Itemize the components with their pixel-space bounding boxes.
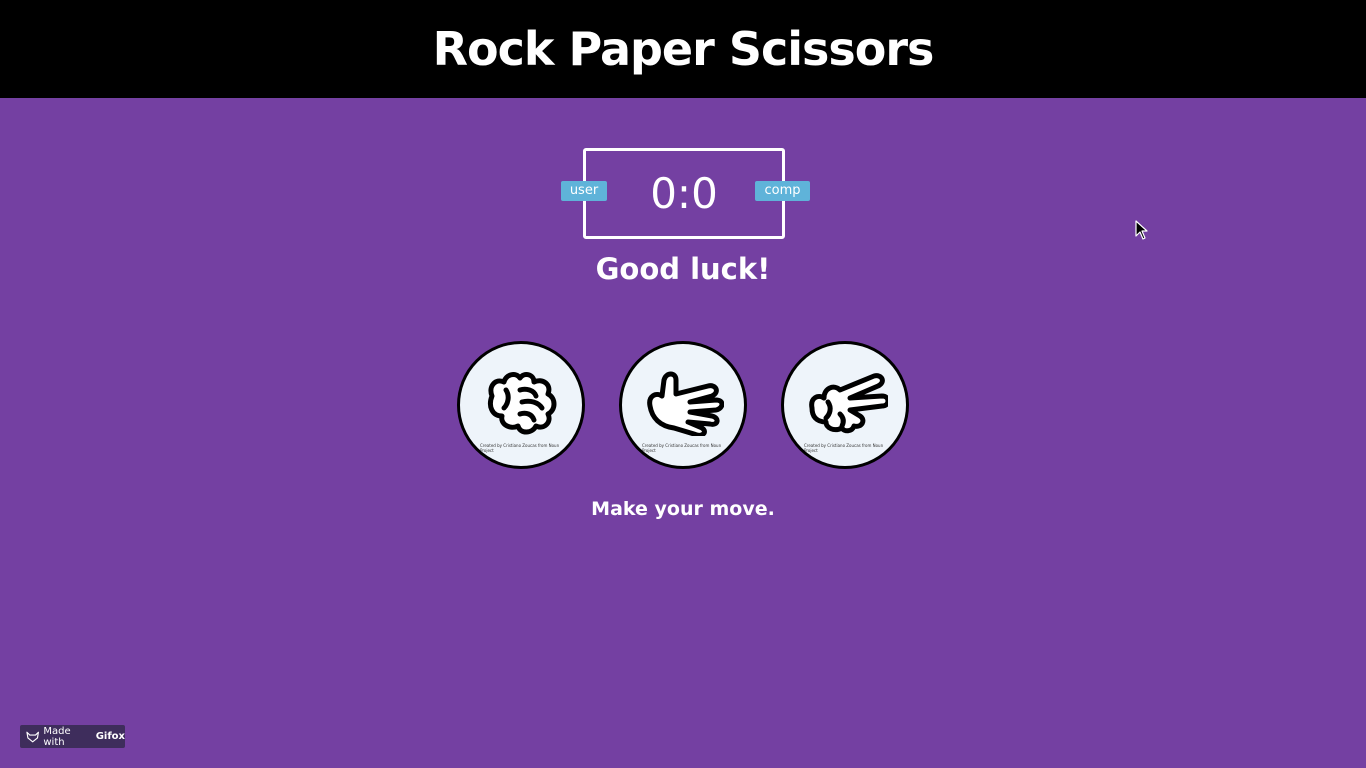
fox-icon (26, 731, 39, 742)
gifox-watermark: Made with Gifox (20, 725, 125, 748)
rock-credit: Created by Cristiano Zoucas from Noun Pr… (480, 443, 560, 453)
paper-hand-icon (647, 371, 724, 436)
paper-choice-button[interactable]: Created by Cristiano Zoucas from Noun Pr… (619, 341, 747, 469)
scissors-credit: Created by Cristiano Zoucas from Noun Pr… (804, 443, 884, 453)
comp-score-badge: comp (755, 181, 810, 201)
scissors-hand-icon (809, 373, 888, 434)
page-header: Rock Paper Scissors (0, 0, 1366, 98)
result-message: Good luck! (595, 252, 771, 286)
scissors-choice-button[interactable]: Created by Cristiano Zoucas from Noun Pr… (781, 341, 909, 469)
paper-credit: Created by Cristiano Zoucas from Noun Pr… (642, 443, 722, 453)
move-prompt: Make your move. (591, 498, 775, 520)
rock-choice-button[interactable]: Created by Cristiano Zoucas from Noun Pr… (457, 341, 585, 469)
mouse-cursor-icon (1135, 220, 1148, 240)
user-score-badge: user (561, 181, 607, 201)
rock-hand-icon (487, 372, 557, 435)
page-title: Rock Paper Scissors (432, 22, 935, 76)
watermark-prefix: Made with (43, 725, 71, 748)
score-display: 0:0 (650, 169, 718, 218)
watermark-brand: Gifox (95, 731, 125, 742)
